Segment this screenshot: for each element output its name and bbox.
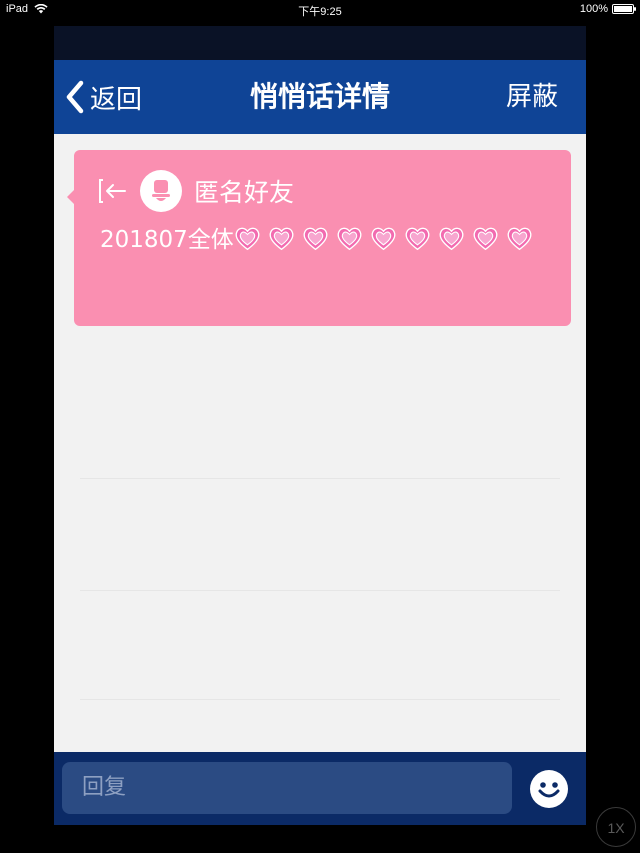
divider	[80, 478, 560, 479]
divider	[80, 699, 560, 700]
anonymous-avatar-icon	[140, 170, 182, 212]
sender-name: 匿名好友	[194, 178, 295, 207]
heart-emoji-icon	[336, 225, 363, 252]
status-right: 100%	[579, 3, 636, 15]
message-text: 201807全体	[100, 224, 540, 256]
zoom-badge[interactable]: 1X	[596, 807, 636, 847]
emoji-button[interactable]	[530, 770, 568, 808]
message-body: 201807全体	[100, 227, 234, 253]
status-time: 下午9:25	[298, 6, 342, 18]
heart-emoji-icon	[472, 225, 499, 252]
heart-emoji-icon	[302, 225, 329, 252]
card-pointer	[67, 190, 74, 204]
battery-icon	[612, 4, 636, 14]
message-header: 匿名好友	[98, 170, 294, 212]
heart-emoji-icon	[268, 225, 295, 252]
status-bar: iPad 下午9:25 100%	[0, 0, 640, 20]
heart-emoji-icon	[370, 225, 397, 252]
smiley-icon	[538, 782, 560, 798]
reply-bar: 回复	[54, 752, 586, 825]
battery-percent: 100%	[579, 3, 608, 15]
heart-emoji-icon	[438, 225, 465, 252]
heart-emoji-icon	[506, 225, 533, 252]
message-list[interactable]: 匿名好友 201807全体	[54, 134, 586, 752]
divider	[80, 590, 560, 591]
heart-emoji-icon	[404, 225, 431, 252]
navigation-bar: 返回 悄悄话详情 屏蔽	[54, 60, 586, 134]
incoming-arrow-icon	[99, 179, 126, 203]
battery-level	[614, 6, 632, 12]
message-card[interactable]: 匿名好友 201807全体	[67, 150, 571, 326]
heart-emoji-icon	[234, 225, 261, 252]
reply-input[interactable]: 回复	[62, 762, 512, 814]
block-button[interactable]: 屏蔽	[506, 60, 558, 134]
app-window: 返回 悄悄话详情 屏蔽 匿名好友 201807全体 回复	[54, 26, 586, 825]
